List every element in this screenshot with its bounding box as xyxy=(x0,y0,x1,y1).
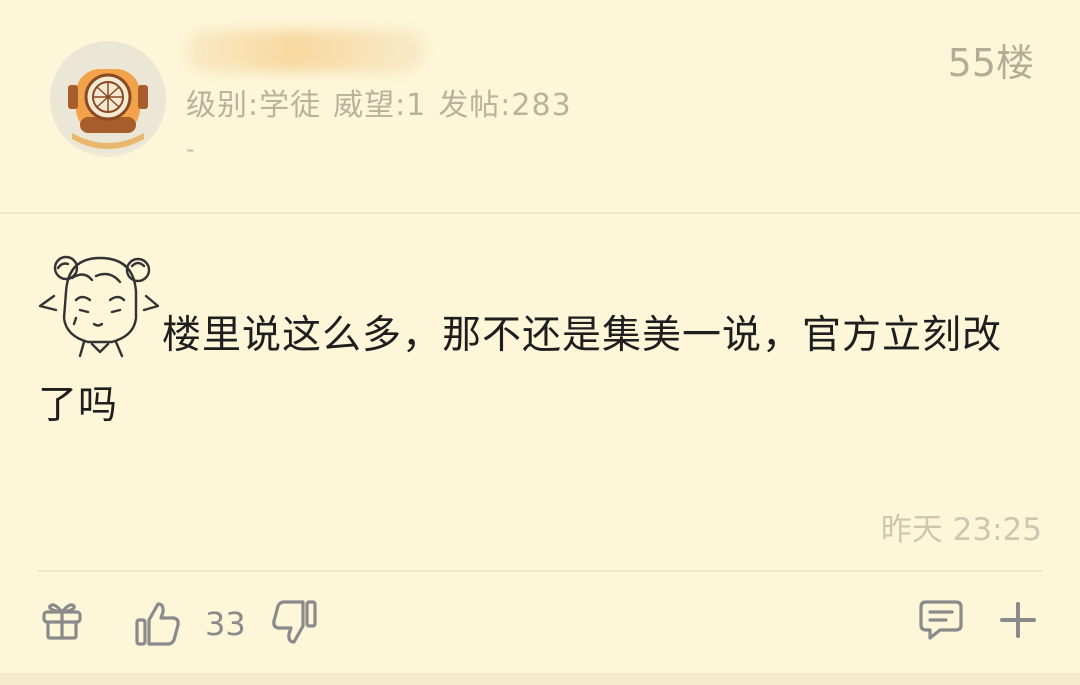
thumbs-down-icon[interactable] xyxy=(268,598,318,648)
forum-post: 级别:学徒 威望:1 发帖:283 - 55楼 楼里说这么多，那不还是集美一说，… xyxy=(0,0,1080,685)
floor-number: 55楼 xyxy=(947,41,1034,85)
user-signature: - xyxy=(186,135,195,163)
gift-icon[interactable] xyxy=(40,598,84,642)
username-blurred[interactable] xyxy=(185,30,425,72)
user-post-count: 发帖:283 xyxy=(438,88,572,123)
thumbs-up-icon[interactable] xyxy=(134,600,182,648)
header-divider xyxy=(0,212,1080,214)
bottom-separator xyxy=(0,673,1080,685)
post-time: 昨天 23:25 xyxy=(880,512,1042,548)
sticker-emoji xyxy=(36,248,160,358)
user-meta: 级别:学徒 威望:1 发帖:283 xyxy=(186,80,584,124)
user-level: 级别:学徒 xyxy=(186,88,322,123)
action-divider xyxy=(38,570,1042,572)
user-prestige: 威望:1 xyxy=(333,88,427,123)
add-icon[interactable] xyxy=(996,598,1040,642)
like-count: 33 xyxy=(205,605,246,643)
post-content-line1: 楼里说这么多，那不还是集美一说，官方立刻改 xyxy=(162,313,1003,358)
post-content-line2: 了吗 xyxy=(38,383,119,428)
user-avatar[interactable] xyxy=(50,41,166,157)
comment-icon[interactable] xyxy=(918,598,964,642)
